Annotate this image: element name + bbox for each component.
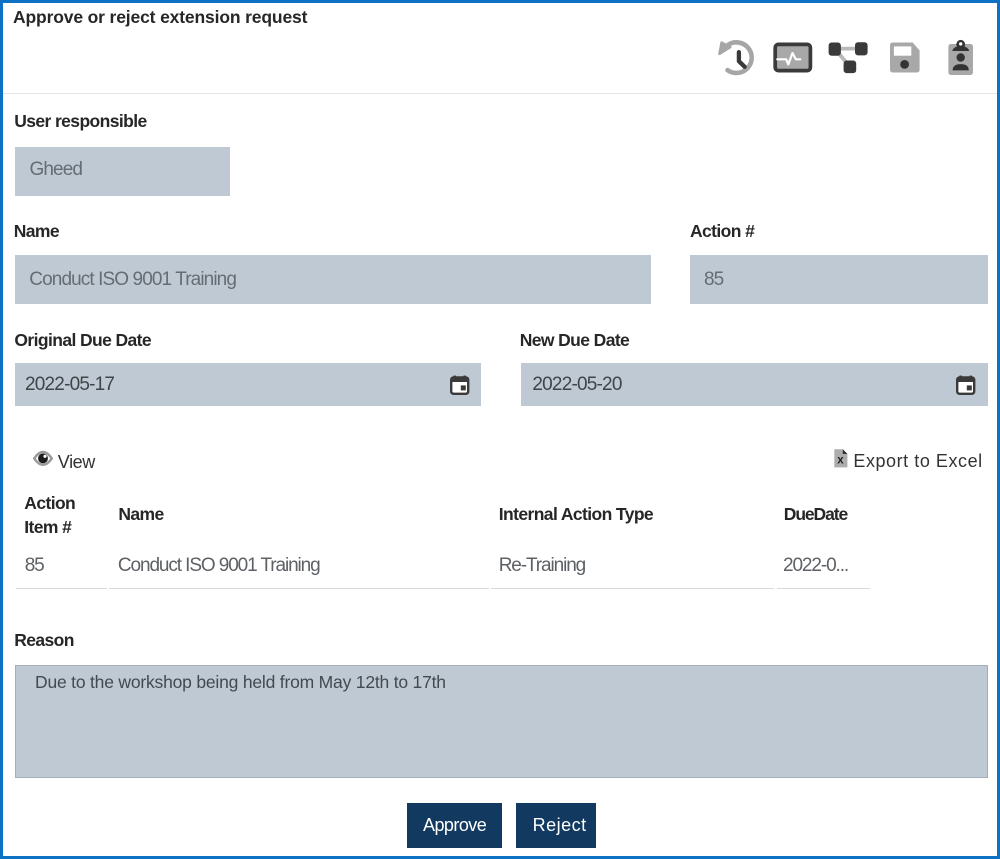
svg-text:x: x	[837, 455, 844, 467]
